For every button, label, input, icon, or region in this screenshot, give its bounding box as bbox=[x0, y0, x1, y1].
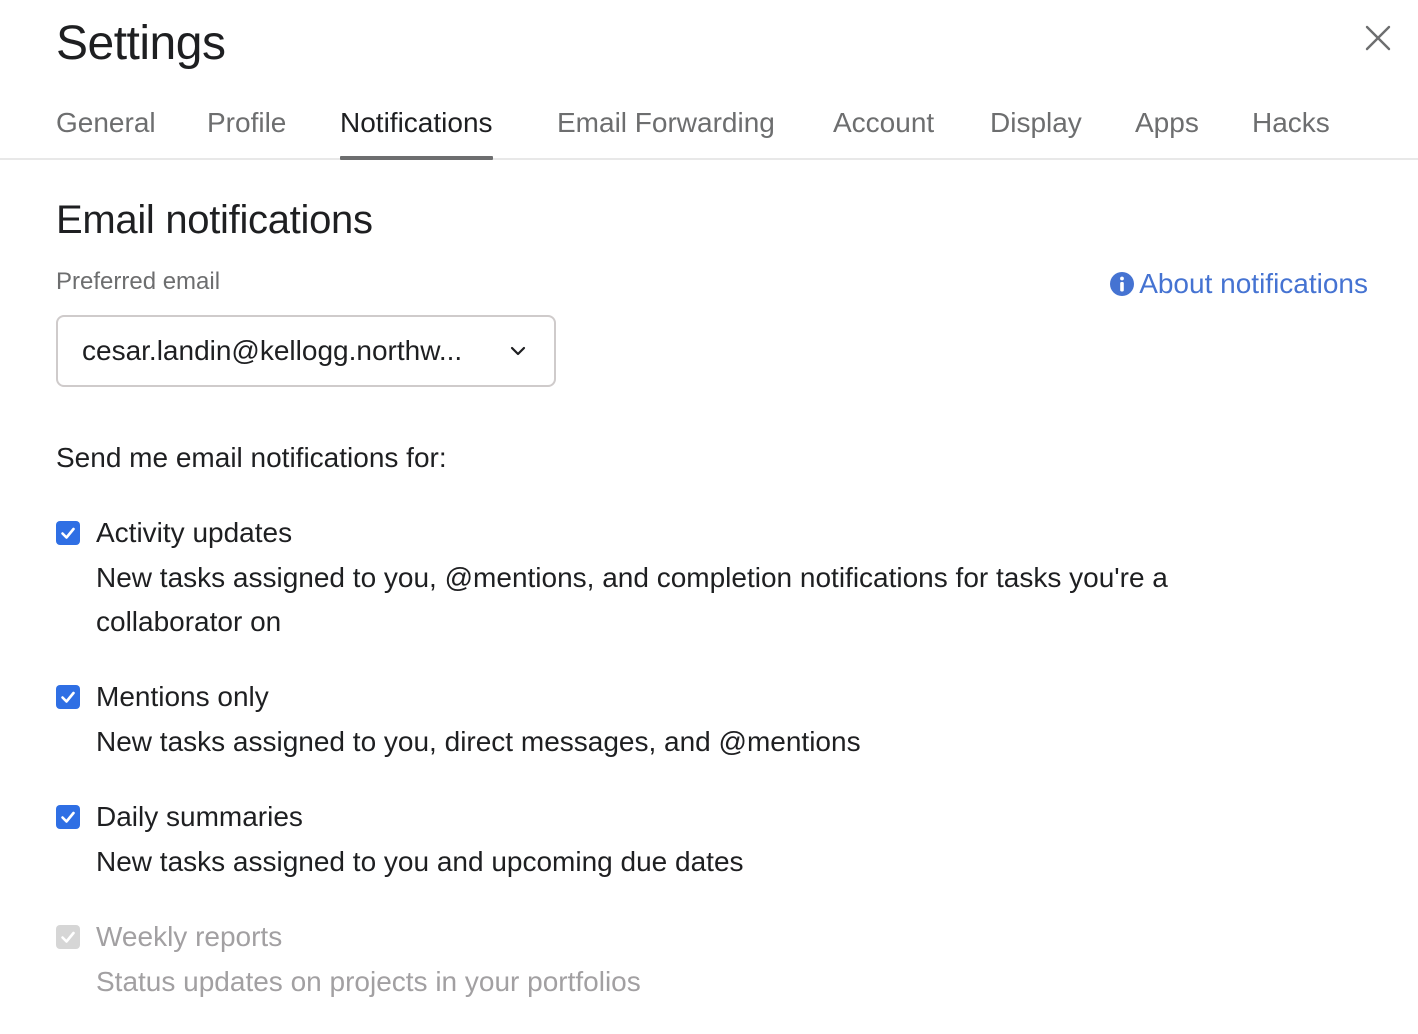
tab-hacks[interactable]: Hacks bbox=[1252, 92, 1330, 158]
about-notifications-link[interactable]: About notifications bbox=[1110, 266, 1368, 302]
option-description: Status updates on projects in your portf… bbox=[96, 966, 641, 997]
settings-tabs: General Profile Notifications Email Forw… bbox=[0, 92, 1418, 160]
option-title: Mentions only bbox=[96, 681, 269, 712]
preferred-email-value: cesar.landin@kellogg.northw... bbox=[82, 335, 463, 366]
checkmark-icon bbox=[61, 931, 75, 943]
notifications-prompt: Send me email notifications for: bbox=[56, 442, 447, 473]
option-title: Activity updates bbox=[96, 517, 293, 548]
checkmark-icon bbox=[61, 691, 75, 703]
option-title: Daily summaries bbox=[96, 801, 303, 832]
option-title: Weekly reports bbox=[96, 921, 283, 952]
tab-profile[interactable]: Profile bbox=[207, 92, 286, 158]
tab-email-forwarding[interactable]: Email Forwarding bbox=[557, 92, 775, 158]
mentions-only-checkbox[interactable] bbox=[56, 685, 80, 709]
chevron-down-icon bbox=[510, 346, 526, 356]
tab-notifications[interactable]: Notifications bbox=[340, 92, 493, 160]
checkmark-icon bbox=[61, 527, 75, 539]
section-title: Email notifications bbox=[56, 198, 373, 242]
checkmark-icon bbox=[61, 811, 75, 823]
about-notifications-label: About notifications bbox=[1139, 268, 1368, 299]
option-description: New tasks assigned to you, @mentions, an… bbox=[96, 562, 1168, 637]
dialog-title: Settings bbox=[56, 17, 226, 70]
weekly-reports-checkbox bbox=[56, 925, 80, 949]
activity-updates-checkbox[interactable] bbox=[56, 521, 80, 545]
close-icon bbox=[1365, 25, 1391, 51]
settings-dialog: Settings General Profile Notifications E… bbox=[0, 0, 1418, 1034]
tab-apps[interactable]: Apps bbox=[1135, 92, 1199, 158]
preferred-email-label: Preferred email bbox=[56, 268, 221, 295]
daily-summaries-checkbox[interactable] bbox=[56, 805, 80, 829]
option-description: New tasks assigned to you and upcoming d… bbox=[96, 846, 744, 877]
preferred-email-select[interactable]: cesar.landin@kellogg.northw... bbox=[56, 315, 556, 387]
tab-display[interactable]: Display bbox=[990, 92, 1082, 158]
tab-general[interactable]: General bbox=[56, 92, 156, 158]
close-button[interactable] bbox=[1360, 20, 1396, 56]
option-description: New tasks assigned to you, direct messag… bbox=[96, 726, 861, 757]
tab-account[interactable]: Account bbox=[833, 92, 934, 158]
info-icon bbox=[1110, 272, 1135, 296]
